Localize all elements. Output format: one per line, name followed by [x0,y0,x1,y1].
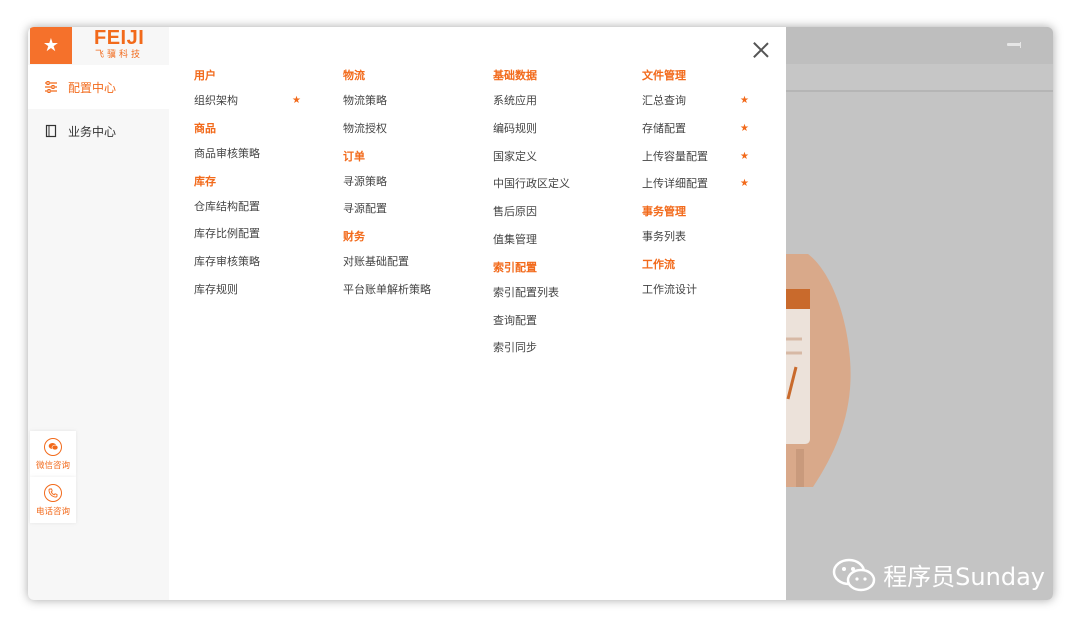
config-menu-panel: 用户 组织架构 ★ 商品 商品审核策略 库存 仓库结构配置 库存比例配置 库存审核… [169,27,786,600]
menu-group-logistics: 物流 物流策略 物流授权 [343,69,483,136]
star-icon[interactable]: ★ [740,177,749,191]
star-icon[interactable]: ★ [740,122,749,136]
menu-item-inventory-ratio[interactable]: 库存比例配置 [194,227,334,241]
book-icon [44,124,58,138]
group-title: 财务 [343,230,365,244]
menu-column-2: 物流 物流策略 物流授权 订单 寻源策略 寻源配置 财务 对账基础配置 平台账单… [343,69,483,311]
wechat-consult-button[interactable]: 微信咨询 [30,431,76,477]
menu-item-index-sync[interactable]: 索引同步 [493,341,633,355]
menu-item-country-def[interactable]: 国家定义 [493,150,633,164]
star-icon[interactable]: ★ [740,94,749,108]
wechat-icon [832,558,876,591]
group-title: 文件管理 [642,69,686,82]
close-icon[interactable] [752,41,770,59]
menu-item-value-sets[interactable]: 值集管理 [493,233,633,247]
sidebar-item-label: 配置中心 [68,80,117,95]
group-title: 物流 [343,69,365,82]
menu-item-sourcing-strategy[interactable]: 寻源策略 [343,175,483,189]
group-title: 库存 [194,174,216,188]
phone-consult-button[interactable]: 电话咨询 [30,477,76,523]
menu-item-org-structure[interactable]: 组织架构 ★ [194,94,334,108]
menu-item-index-config-list[interactable]: 索引配置列表 [493,286,633,300]
menu-item-code-rules[interactable]: 编码规则 [493,122,633,136]
menu-item-upload-capacity[interactable]: 上传容量配置 ★ [642,150,782,164]
group-title: 订单 [343,149,365,163]
favorites-star-button[interactable]: ★ [30,27,72,64]
brand-logo: FEIJI [94,27,145,49]
menu-column-3: 基础数据 系统应用 编码规则 国家定义 中国行政区定义 售后原因 值集管理 索引… [493,69,633,369]
menu-group-user: 用户 组织架构 ★ [194,69,334,108]
menu-item-workflow-design[interactable]: 工作流设计 [642,283,782,297]
group-title: 工作流 [642,257,675,271]
menu-item-storage-config[interactable]: 存储配置 ★ [642,122,782,136]
menu-item-reconcile-config[interactable]: 对账基础配置 [343,255,483,269]
phone-icon [44,483,62,502]
wechat-consult-label: 微信咨询 [35,460,70,471]
sidebar: ★ FEIJI 飞骥科技 配置中心 业务中心 微信咨询 电话咨询 [28,27,169,600]
watermark: 程序员Sunday [831,557,1045,592]
sliders-icon [44,80,58,94]
menu-group-transaction-mgmt: 事务管理 事务列表 [642,205,782,244]
group-title: 商品 [194,121,216,135]
star-icon[interactable]: ★ [740,150,749,164]
menu-group-finance: 财务 对账基础配置 平台账单解析策略 [343,230,483,297]
watermark-text: 程序员Sunday [883,563,1045,591]
sidebar-item-label: 业务中心 [68,124,117,139]
sidebar-item-config-center[interactable]: 配置中心 [28,65,169,109]
background-header-icon [1007,40,1025,50]
menu-item-warehouse-structure[interactable]: 仓库结构配置 [194,200,334,214]
menu-group-file-mgmt: 文件管理 汇总查询 ★ 存储配置 ★ 上传容量配置 ★ 上传详细配置 ★ [642,69,782,191]
group-title: 用户 [194,69,216,82]
menu-item-logistics-auth[interactable]: 物流授权 [343,122,483,136]
menu-group-base-data: 基础数据 系统应用 编码规则 国家定义 中国行政区定义 售后原因 值集管理 [493,69,633,247]
app-window: ★ FEIJI 飞骥科技 配置中心 业务中心 微信咨询 电话咨询 用户 组织架构… [28,27,1053,600]
group-title: 基础数据 [493,69,537,82]
menu-group-product: 商品 商品审核策略 [194,122,334,161]
menu-item-query-config[interactable]: 查询配置 [493,314,633,328]
menu-group-index-config: 索引配置 索引配置列表 查询配置 索引同步 [493,261,633,356]
menu-item-system-apps[interactable]: 系统应用 [493,94,633,108]
menu-item-inventory-review[interactable]: 库存审核策略 [194,255,334,269]
menu-item-transaction-list[interactable]: 事务列表 [642,230,782,244]
menu-item-inventory-rules[interactable]: 库存规则 [194,283,334,297]
menu-group-order: 订单 寻源策略 寻源配置 [343,150,483,217]
group-title: 事务管理 [642,205,686,219]
menu-item-summary-query[interactable]: 汇总查询 ★ [642,94,782,108]
star-icon: ★ [42,35,60,56]
wechat-icon [44,437,62,456]
phone-consult-label: 电话咨询 [35,506,70,517]
menu-item-bill-parse-strategy[interactable]: 平台账单解析策略 [343,283,483,297]
group-title: 索引配置 [493,260,537,274]
menu-item-china-region-def[interactable]: 中国行政区定义 [493,177,633,191]
brand-subtitle: 飞骥科技 [95,50,144,60]
menu-group-inventory: 库存 仓库结构配置 库存比例配置 库存审核策略 库存规则 [194,175,334,297]
menu-item-upload-detail[interactable]: 上传详细配置 ★ [642,177,782,191]
menu-item-product-review-strategy[interactable]: 商品审核策略 [194,147,334,161]
menu-item-aftersale-reasons[interactable]: 售后原因 [493,205,633,219]
menu-column-1: 用户 组织架构 ★ 商品 商品审核策略 库存 仓库结构配置 库存比例配置 库存审核… [194,69,334,311]
menu-group-workflow: 工作流 工作流设计 [642,258,782,297]
sidebar-item-business-center[interactable]: 业务中心 [28,109,169,153]
star-icon[interactable]: ★ [292,94,301,108]
menu-item-sourcing-config[interactable]: 寻源配置 [343,202,483,216]
menu-item-logistics-strategy[interactable]: 物流策略 [343,94,483,108]
menu-column-4: 文件管理 汇总查询 ★ 存储配置 ★ 上传容量配置 ★ 上传详细配置 ★ 事务管理 事务… [642,69,782,311]
